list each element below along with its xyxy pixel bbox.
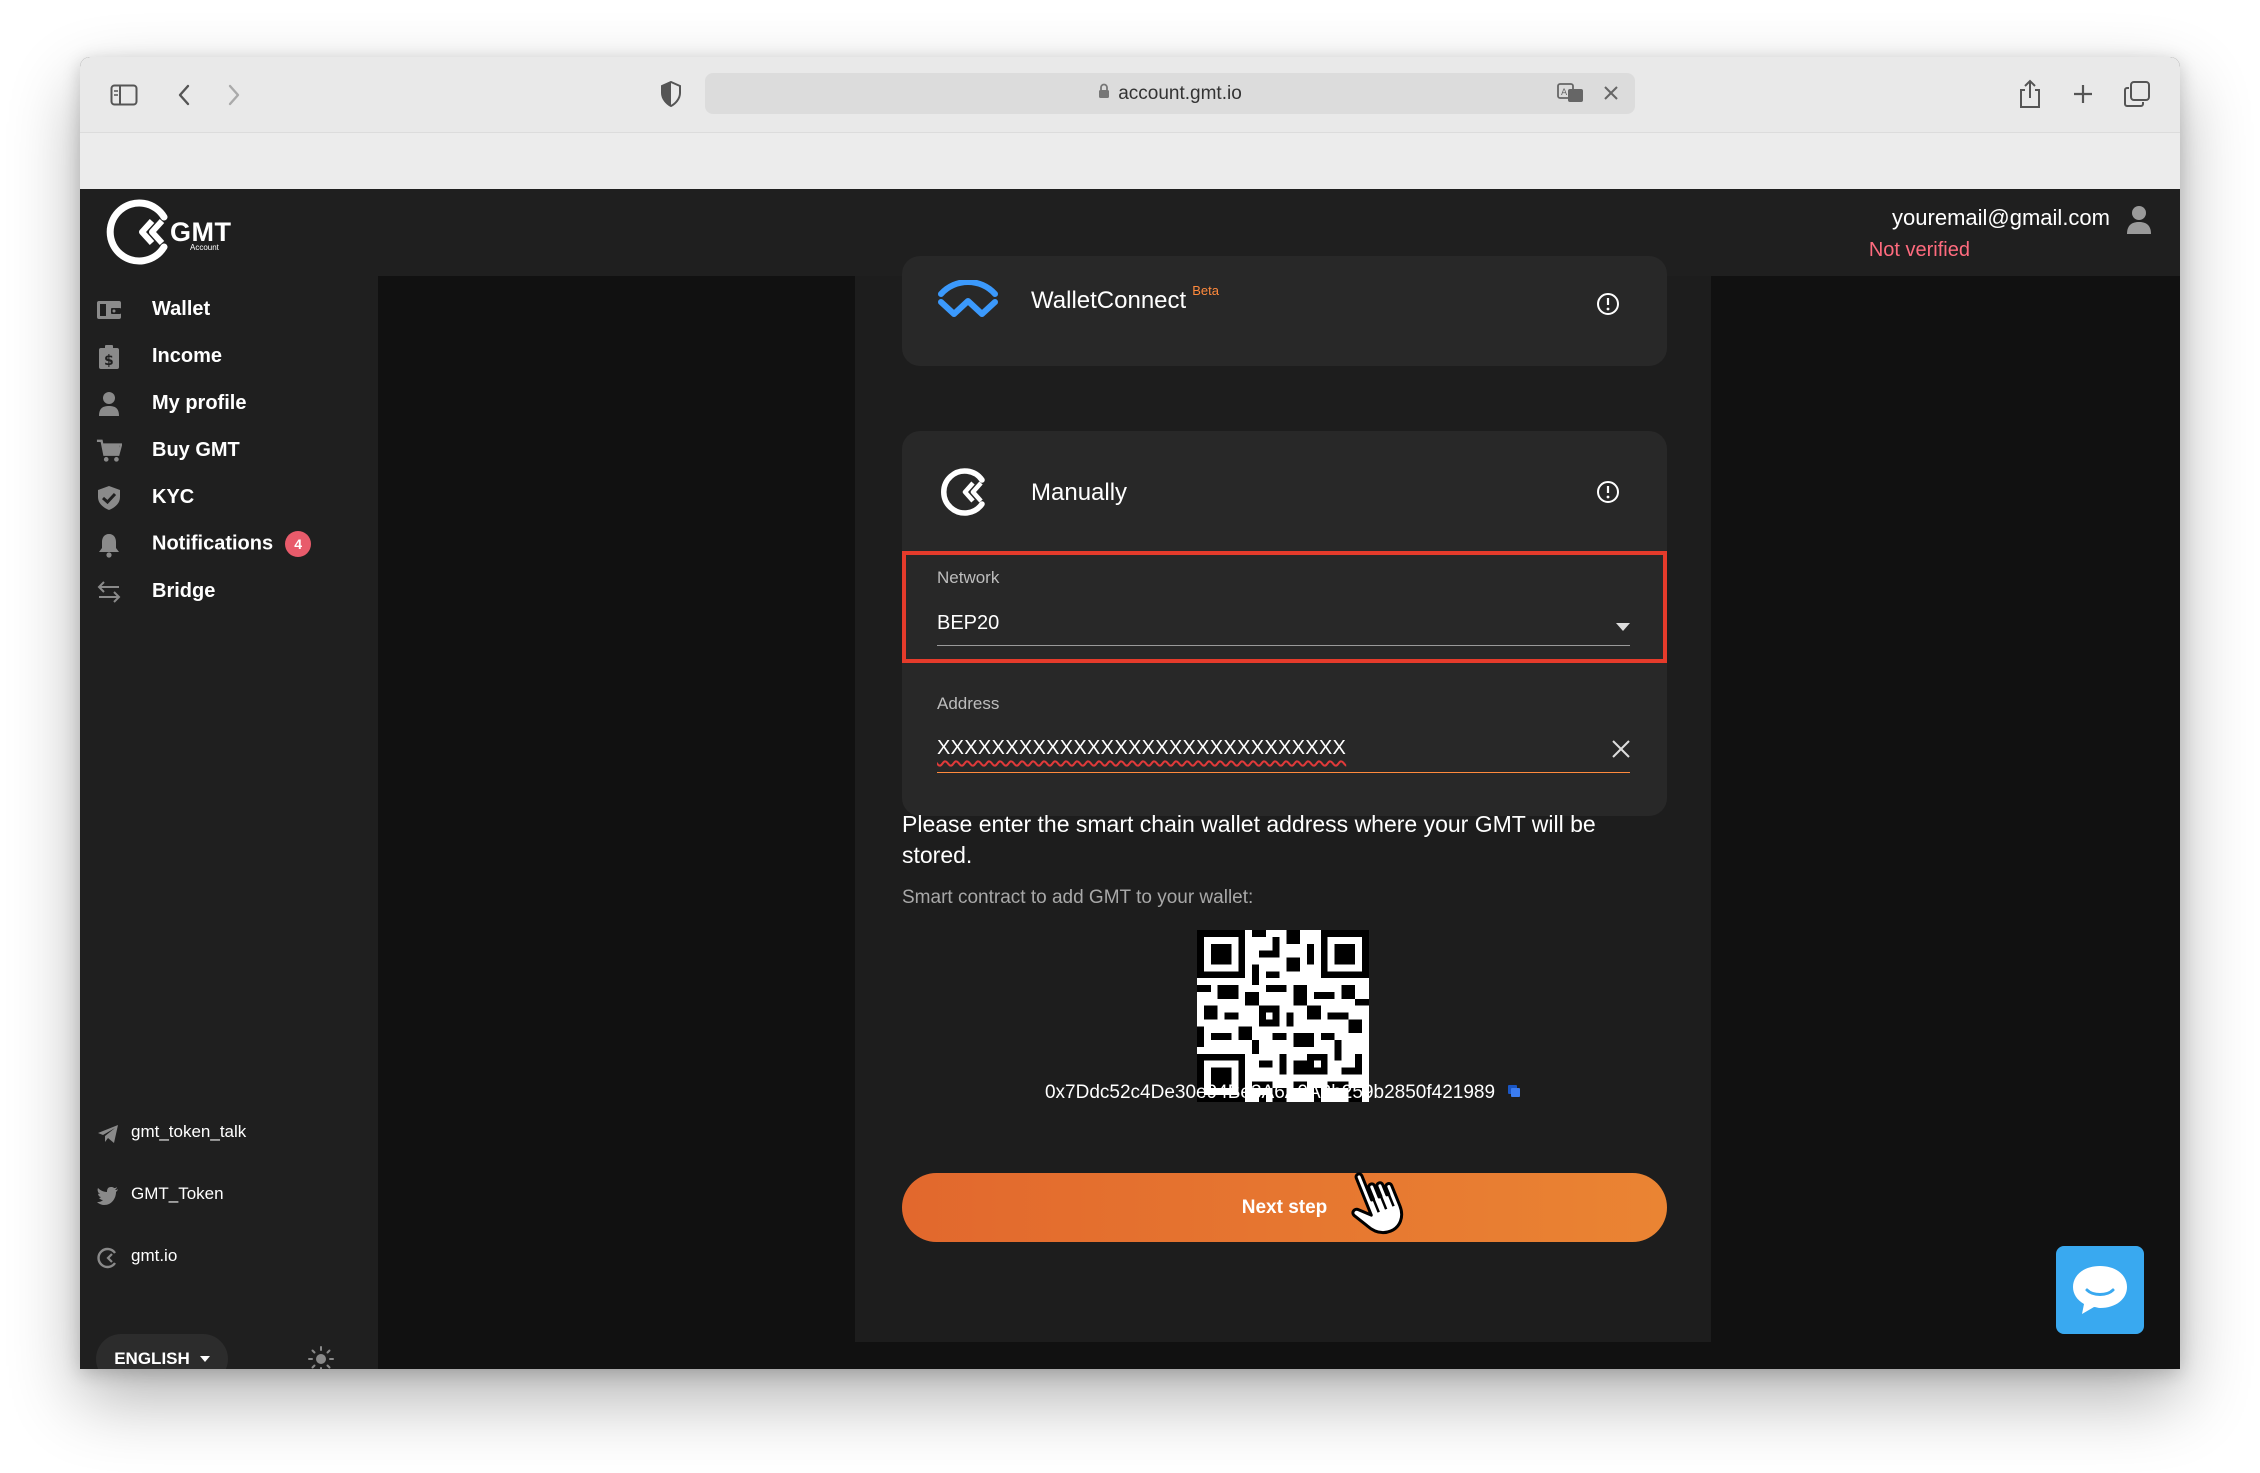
sidebar-item-buy-gmt[interactable]: Buy GMT xyxy=(80,428,378,472)
forward-icon[interactable] xyxy=(222,81,246,109)
sidebar-item-label-wrap: Notifications 4 xyxy=(152,531,312,557)
translate-icon[interactable]: A xyxy=(1557,82,1585,110)
walletconnect-icon xyxy=(937,279,999,325)
sidebar-item-notifications[interactable]: Notifications 4 xyxy=(80,522,378,566)
address-field[interactable]: Address XXXXXXXXXXXXXXXXXXXXXXXXXXXXXX xyxy=(902,676,1667,776)
address-input[interactable]: XXXXXXXXXXXXXXXXXXXXXXXXXXXXXX xyxy=(937,737,1346,760)
chat-support-button[interactable] xyxy=(2056,1246,2144,1334)
manual-option-card: Manually Network BEP20 Address XXXXXXXXX… xyxy=(902,431,1667,816)
gmt-logo-icon xyxy=(96,1246,120,1270)
notification-count-badge: 4 xyxy=(285,531,312,557)
user-avatar-icon[interactable] xyxy=(2126,205,2152,240)
social-label: gmt.io xyxy=(131,1246,178,1265)
income-icon: $ xyxy=(96,344,122,370)
gmt-logo[interactable]: GMT Account xyxy=(106,197,232,267)
walletconnect-title: WalletConnect xyxy=(1031,287,1187,314)
sidebar-item-wallet[interactable]: Wallet xyxy=(80,287,378,331)
bridge-arrows-icon xyxy=(96,579,122,605)
network-highlight-box xyxy=(902,551,1667,663)
contract-qr-code xyxy=(1197,930,1369,1102)
beta-badge: Beta xyxy=(1192,283,1219,298)
info-icon[interactable] xyxy=(1596,480,1620,509)
pointer-hand-icon xyxy=(1345,1161,1429,1242)
clear-icon[interactable] xyxy=(1611,739,1631,764)
share-icon[interactable] xyxy=(2016,77,2044,111)
chat-bubble-icon xyxy=(2073,1266,2127,1314)
address-underline xyxy=(937,772,1630,773)
gmt-logo-icon xyxy=(939,466,991,523)
new-tab-icon[interactable] xyxy=(2070,81,2096,107)
manual-title: Manually xyxy=(1031,479,1128,506)
browser-window: account.gmt.io A GMT Account youremail@g… xyxy=(80,57,2180,1369)
copy-icon[interactable] xyxy=(1507,1082,1521,1104)
privacy-shield-icon[interactable] xyxy=(658,79,684,109)
sidebar-item-label: Notifications xyxy=(152,532,274,555)
next-step-label: Next step xyxy=(1241,1196,1328,1218)
network-select[interactable]: Network BEP20 xyxy=(902,551,1667,663)
address-label: Address xyxy=(937,694,1000,713)
sidebar-item-kyc[interactable]: KYC xyxy=(80,475,378,519)
close-tab-icon[interactable] xyxy=(1603,85,1619,107)
bell-icon xyxy=(96,532,122,558)
tab-overview-icon[interactable] xyxy=(2122,79,2152,109)
telegram-icon xyxy=(96,1122,120,1146)
contract-label: Smart contract to add GMT to your wallet… xyxy=(902,887,1254,908)
verification-status: Not verified xyxy=(1868,239,1970,261)
browser-tab-strip xyxy=(80,132,2180,190)
social-link-twitter[interactable]: GMT_Token xyxy=(80,1178,378,1212)
instruction-text: Please enter the smart chain wallet addr… xyxy=(902,811,1596,868)
sidebar-item-label: Income xyxy=(152,344,223,367)
chevron-down-icon xyxy=(199,1356,210,1362)
info-icon[interactable] xyxy=(1596,292,1620,321)
sidebar-item-label: My profile xyxy=(152,391,247,414)
wallet-icon xyxy=(96,297,122,323)
back-icon[interactable] xyxy=(172,81,196,109)
sidebar-item-label: KYC xyxy=(152,485,195,508)
logo-subtitle: Account xyxy=(190,243,219,252)
address-bar[interactable]: account.gmt.io A xyxy=(705,73,1635,114)
sidebar-toggle-icon[interactable] xyxy=(108,81,140,109)
walletconnect-option[interactable]: WalletConnect Beta xyxy=(902,256,1667,366)
shield-check-icon xyxy=(96,485,122,511)
user-icon xyxy=(96,391,122,417)
svg-text:$: $ xyxy=(104,353,114,369)
browser-toolbar: account.gmt.io A xyxy=(80,57,2180,132)
cart-icon xyxy=(96,438,122,464)
sidebar-item-bridge[interactable]: Bridge xyxy=(80,569,378,613)
user-email[interactable]: youremail@gmail.com xyxy=(1892,205,2110,231)
language-label: ENGLISH xyxy=(114,1349,190,1368)
sidebar-item-label: Buy GMT xyxy=(152,438,240,461)
svg-text:A: A xyxy=(1561,88,1568,98)
sidebar-item-label: Bridge xyxy=(152,579,216,602)
social-label: gmt_token_talk xyxy=(131,1122,247,1141)
social-link-telegram[interactable]: gmt_token_talk xyxy=(80,1116,378,1150)
sidebar: Wallet $ Income My profile Buy GMT KYC N… xyxy=(80,276,378,1369)
contract-address-row: 0x7Ddc52c4De30e94Be3A6A0A2b259b2850f4219… xyxy=(855,1082,1711,1104)
walletconnect-title-wrap: WalletConnect Beta xyxy=(1031,283,1219,315)
social-label: GMT_Token xyxy=(131,1184,224,1203)
next-step-button[interactable]: Next step xyxy=(902,1173,1667,1242)
twitter-icon xyxy=(96,1184,120,1208)
lock-icon xyxy=(1098,83,1110,105)
connect-wallet-panel: WalletConnect Beta Manually Network BEP20 xyxy=(855,256,1711,1342)
contract-address[interactable]: 0x7Ddc52c4De30e94Be3A6A0A2b259b2850f4219… xyxy=(1045,1082,1495,1103)
social-link-website[interactable]: gmt.io xyxy=(80,1240,378,1274)
sidebar-item-my-profile[interactable]: My profile xyxy=(80,381,378,425)
language-selector[interactable]: ENGLISH xyxy=(96,1334,228,1369)
gmt-logo-icon xyxy=(106,199,168,265)
theme-toggle-sun-icon[interactable] xyxy=(306,1344,336,1369)
sidebar-item-income[interactable]: $ Income xyxy=(80,334,378,378)
url-text: account.gmt.io xyxy=(1118,82,1242,104)
sidebar-item-label: Wallet xyxy=(152,297,211,320)
